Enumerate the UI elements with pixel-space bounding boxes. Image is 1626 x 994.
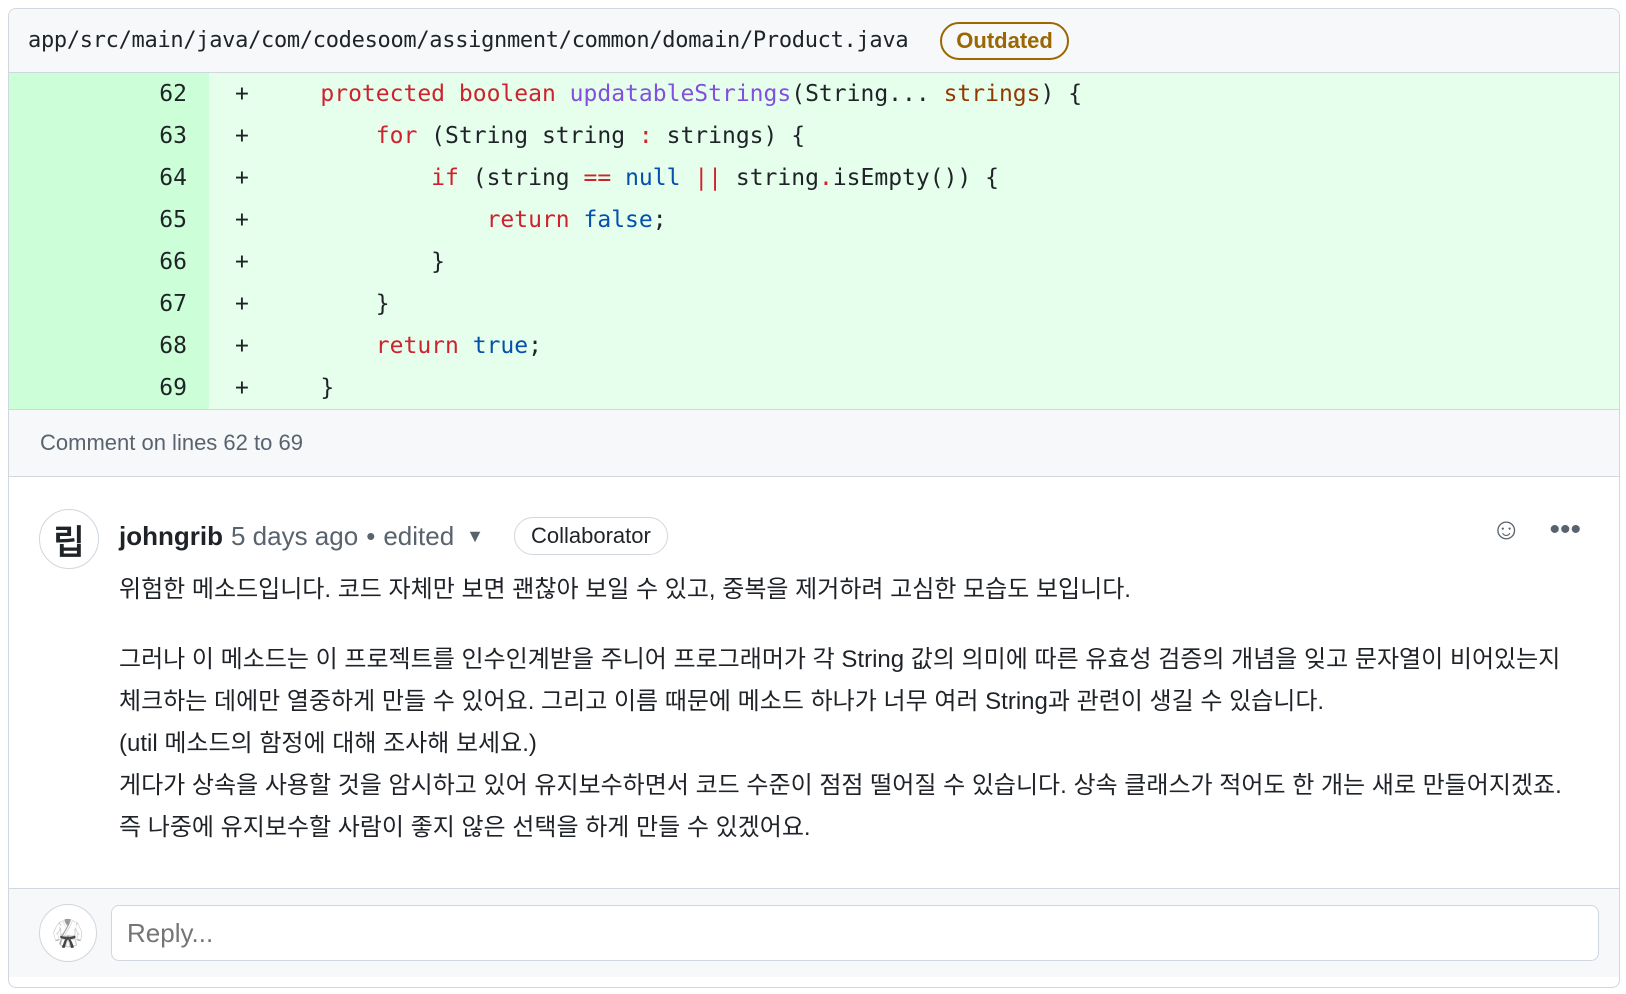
code-token: return	[486, 207, 570, 233]
file-path[interactable]: app/src/main/java/com/codesoom/assignmen…	[28, 28, 909, 53]
comment-paragraph: 그러나 이 메소드는 이 프로젝트를 인수인계받을 주니어 프로그래머가 각 S…	[119, 646, 1561, 715]
code-text: for (String string : strings) {	[265, 123, 805, 149]
code-token: boolean	[458, 81, 556, 107]
collaborator-badge: Collaborator	[513, 517, 668, 555]
code-token: for	[375, 123, 418, 149]
added-sign: +	[235, 291, 249, 317]
code-token: .	[818, 165, 833, 191]
code-text: return true;	[265, 333, 542, 359]
author-link[interactable]: johngrib	[119, 521, 223, 552]
code-token: true	[472, 333, 529, 359]
file-header: app/src/main/java/com/codesoom/assignmen…	[9, 9, 1619, 73]
code-text: }	[265, 291, 390, 317]
comment-paragraph: 게다가 상속을 사용할 것을 암시하고 있어 유지보수하면서 코드 수준이 점점…	[119, 772, 1562, 841]
added-sign: +	[235, 375, 249, 401]
diff-line: 68 + return true;	[9, 325, 1619, 367]
code-token: (String...	[791, 81, 944, 107]
code-token: ||	[694, 165, 723, 191]
added-sign: +	[235, 165, 249, 191]
code-token: string	[722, 165, 819, 191]
avatar[interactable]: 립	[39, 509, 99, 569]
diff-line: 66 + }	[9, 241, 1619, 283]
diff-code: 62 + protected boolean updatableStrings(S…	[9, 73, 1619, 409]
timestamp[interactable]: 5 days ago	[231, 521, 358, 552]
line-number[interactable]: 66	[9, 241, 209, 283]
added-sign: +	[235, 81, 249, 107]
code-text: return false;	[265, 207, 667, 233]
line-number[interactable]: 68	[9, 325, 209, 367]
line-number[interactable]: 64	[9, 157, 209, 199]
code-token: if	[431, 165, 459, 191]
code-token: }	[265, 375, 335, 401]
line-number[interactable]: 69	[9, 367, 209, 409]
user-avatar: 🥋	[39, 904, 97, 962]
comment-paragraph: (util 메소드의 함정에 대해 조사해 보세요.)	[119, 730, 537, 757]
reply-input[interactable]	[111, 905, 1599, 961]
code-token: return	[375, 333, 459, 359]
code-token: (String string	[417, 123, 639, 149]
line-number[interactable]: 62	[9, 73, 209, 115]
code-token: }	[265, 249, 446, 275]
added-sign: +	[235, 333, 249, 359]
smiley-icon[interactable]: ☺	[1491, 513, 1522, 547]
code-token: protected	[320, 81, 446, 107]
comment-body: 위험한 메소드입니다. 코드 자체만 보면 괜찮아 보일 수 있고, 중복을 제…	[119, 569, 1589, 849]
chevron-down-icon[interactable]: ▼	[466, 526, 484, 547]
diff-line: 62 + protected boolean updatableStrings(S…	[9, 73, 1619, 115]
code-token: null	[625, 165, 681, 191]
code-token: }	[265, 291, 390, 317]
line-number[interactable]: 65	[9, 199, 209, 241]
code-token: false	[583, 207, 653, 233]
reply-bar: 🥋	[9, 889, 1619, 977]
separator: •	[366, 520, 376, 551]
added-sign: +	[235, 123, 249, 149]
comment-paragraph: 위험한 메소드입니다. 코드 자체만 보면 괜찮아 보일 수 있고, 중복을 제…	[119, 576, 1131, 603]
kebab-menu-icon[interactable]: •••	[1549, 513, 1581, 547]
code-token: strings	[943, 81, 1041, 107]
diff-line: 65 + return false;	[9, 199, 1619, 241]
code-token: (string	[458, 165, 584, 191]
code-token: ;	[652, 207, 667, 233]
outdated-badge: Outdated	[940, 21, 1069, 60]
code-token: :	[638, 123, 653, 149]
diff-line: 64 + if (string == null || string.isEmpty…	[9, 157, 1619, 199]
code-token: strings) {	[652, 123, 806, 149]
code-text: protected boolean updatableStrings(Strin…	[265, 81, 1082, 107]
code-token: ;	[528, 333, 542, 359]
code-token: updatableStrings	[569, 81, 792, 107]
added-sign: +	[235, 207, 249, 233]
code-token: ) {	[1040, 81, 1083, 107]
code-token: ==	[583, 165, 612, 191]
diff-line: 63 + for (String string : strings) {	[9, 115, 1619, 157]
diff-line: 69 + }	[9, 367, 1619, 409]
comment: 립 johngrib 5 days ago • edited ▼ Collabo…	[9, 477, 1619, 889]
code-text: }	[265, 375, 334, 401]
line-number[interactable]: 63	[9, 115, 209, 157]
code-text: if (string == null || string.isEmpty()) …	[265, 165, 999, 191]
diff-line: 67 + }	[9, 283, 1619, 325]
added-sign: +	[235, 249, 249, 275]
review-thread: app/src/main/java/com/codesoom/assignmen…	[8, 8, 1620, 988]
line-number[interactable]: 67	[9, 283, 209, 325]
code-token: isEmpty()) {	[832, 165, 999, 191]
comment-lines-label: Comment on lines 62 to 69	[9, 409, 1619, 477]
code-text: }	[265, 249, 445, 275]
edited-label[interactable]: edited	[383, 521, 454, 552]
